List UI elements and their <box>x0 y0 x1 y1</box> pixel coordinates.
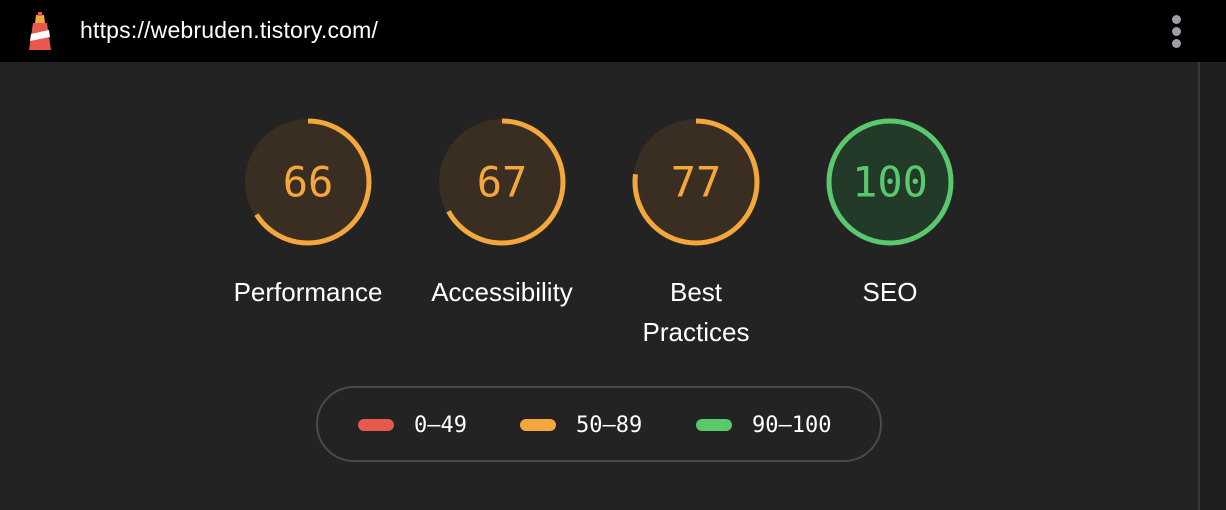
scrollbar[interactable] <box>1198 62 1226 510</box>
gauge-best-practices-ring: 77 <box>632 118 760 246</box>
gauge-seo-score: 100 <box>852 158 928 207</box>
legend-swatch-fail <box>358 419 394 431</box>
legend-swatch-average <box>520 419 556 431</box>
gauge-best-practices[interactable]: 77 Best Practices <box>596 112 796 352</box>
gauge-performance-label: Performance <box>233 277 383 307</box>
gauge-performance[interactable]: 66 Performance <box>208 112 408 312</box>
legend-swatch-pass <box>696 419 732 431</box>
gauge-best-practices-label: Best Practices <box>642 277 750 347</box>
kebab-menu-icon[interactable] <box>1164 12 1188 50</box>
gauge-best-practices-score: 77 <box>671 158 722 207</box>
page-url: https://webruden.tistory.com/ <box>80 17 379 43</box>
gauge-seo-ring: 100 <box>826 118 954 246</box>
gauge-seo-label: SEO <box>862 277 918 307</box>
gauge-accessibility-ring: 67 <box>438 118 566 246</box>
gauge-accessibility-score: 67 <box>477 158 528 207</box>
legend-range-average: 50–89 <box>576 412 643 438</box>
gauge-accessibility[interactable]: 67 Accessibility <box>402 112 602 312</box>
lighthouse-icon <box>29 12 51 50</box>
legend-item-pass: 90–100 <box>696 412 831 438</box>
top-bar: https://webruden.tistory.com/ <box>0 0 1226 62</box>
legend-item-average: 50–89 <box>520 412 642 438</box>
gauge-performance-ring: 66 <box>244 118 372 246</box>
score-legend: 0–49 50–89 90–100 <box>316 386 882 462</box>
legend-range-pass: 90–100 <box>752 412 832 438</box>
gauge-accessibility-label: Accessibility <box>431 277 573 307</box>
legend-range-fail: 0–49 <box>414 412 467 438</box>
legend-item-fail: 0–49 <box>358 412 467 438</box>
gauge-seo[interactable]: 100 SEO <box>790 112 990 312</box>
gauge-performance-score: 66 <box>283 158 334 207</box>
